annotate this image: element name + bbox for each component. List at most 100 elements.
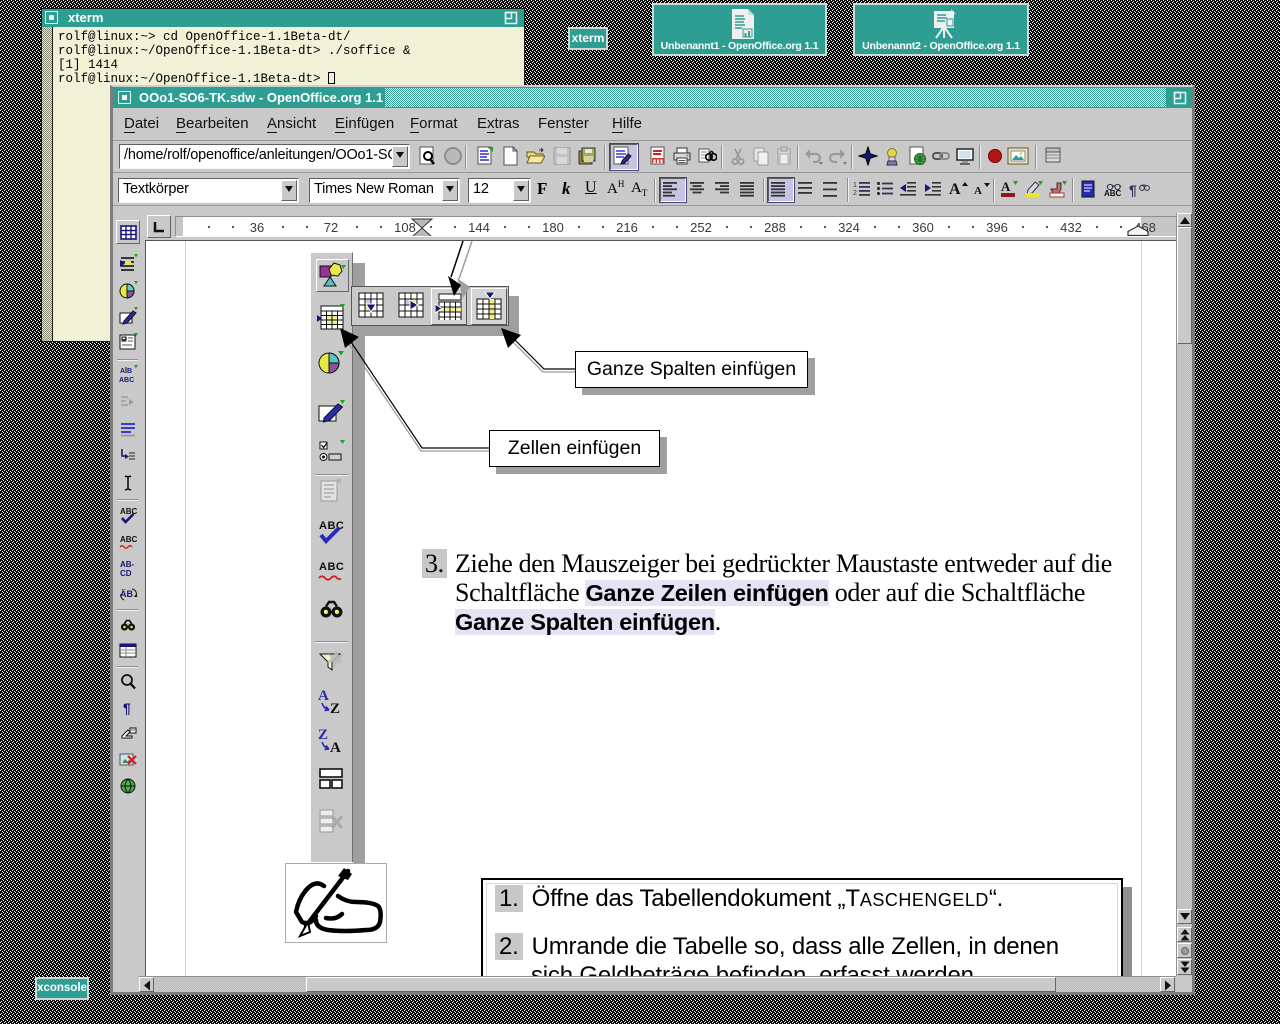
undo-button[interactable] <box>802 146 824 168</box>
font-dropdown-button[interactable] <box>442 180 458 201</box>
vertical-scrollbar-thumb[interactable] <box>1177 227 1192 344</box>
cut-button[interactable] <box>728 146 750 168</box>
xconsole-minimized-icon[interactable]: xconsole <box>35 977 89 1000</box>
print-button[interactable] <box>672 146 694 168</box>
menu-extras[interactable]: Extras <box>477 115 520 132</box>
menu-format[interactable]: Format <box>410 115 458 132</box>
draw-functions-button[interactable] <box>116 305 140 329</box>
text-cursor-button[interactable] <box>116 471 140 495</box>
save-button[interactable] <box>552 146 574 168</box>
paragraph-bg-button[interactable] <box>1048 179 1070 201</box>
window-menu-button[interactable] <box>45 11 58 24</box>
font-size-combobox[interactable]: 12 <box>468 178 531 203</box>
thesaurus-button[interactable]: ÄB <box>116 582 140 606</box>
zoom-button[interactable] <box>116 670 140 694</box>
auto-spellcheck-button[interactable]: ABC <box>116 529 140 553</box>
menu-hilfe[interactable]: Hilfe <box>612 115 642 132</box>
find-onoff-button[interactable] <box>116 613 140 637</box>
font-down-button[interactable]: A <box>971 179 993 201</box>
insert-object-button[interactable] <box>116 279 140 303</box>
horizontal-scrollbar[interactable] <box>139 976 1176 992</box>
character-dialog-button[interactable] <box>1078 179 1100 201</box>
open-button[interactable] <box>525 146 547 168</box>
font-name-combobox[interactable]: Times New Roman <box>309 178 460 203</box>
bullet-list-button[interactable] <box>875 179 897 201</box>
vertical-scrollbar[interactable] <box>1176 213 1192 976</box>
horizontal-scrollbar-thumb[interactable] <box>306 977 1056 992</box>
autotext-edit-button[interactable]: ABABC <box>116 363 140 387</box>
url-combobox[interactable]: /home/rolf/openoffice/anleitungen/OOo1-S… <box>119 144 410 169</box>
menu-fenster[interactable]: Fenster <box>538 115 589 132</box>
document-canvas[interactable]: ABCABCAZZA Ganze <box>145 240 1176 976</box>
find-replace-button[interactable] <box>697 146 719 168</box>
italic-button[interactable]: k <box>562 179 584 201</box>
load-url-button[interactable] <box>417 146 439 168</box>
online-layout-button[interactable] <box>955 146 977 168</box>
window-menu-button[interactable] <box>118 91 131 104</box>
direct-cursor-button[interactable] <box>116 390 140 414</box>
scroll-up-button[interactable] <box>1177 213 1192 227</box>
autotext-button[interactable]: ABC <box>1103 179 1125 201</box>
align-right-button[interactable] <box>713 179 735 201</box>
redo-button[interactable] <box>826 146 848 168</box>
underline-button[interactable]: U <box>585 179 607 201</box>
hand-cursor-button[interactable] <box>116 722 140 746</box>
line-spacing-1-button[interactable] <box>768 178 794 202</box>
maximize-icon[interactable] <box>1173 91 1187 105</box>
navigation-button[interactable] <box>1177 943 1192 958</box>
align-left-button[interactable] <box>660 178 686 202</box>
paste-button[interactable] <box>774 146 796 168</box>
datasource-button[interactable] <box>116 639 140 663</box>
highlight-button[interactable] <box>1024 179 1046 201</box>
bold-button[interactable]: F <box>537 179 559 201</box>
nonprinting-button[interactable]: ¶ <box>1128 179 1150 201</box>
indent-marker[interactable] <box>410 218 434 237</box>
next-page-button[interactable] <box>1177 959 1192 975</box>
minimized-window-unbenannt2[interactable]: Unbenannt2 - OpenOffice.org 1.1 <box>853 3 1029 56</box>
stylist-button[interactable] <box>882 146 904 168</box>
new-from-template-button[interactable] <box>475 146 497 168</box>
graphics-onoff-button[interactable] <box>116 417 140 441</box>
style-dropdown-button[interactable] <box>281 180 297 201</box>
gallery-button[interactable] <box>1007 146 1029 168</box>
menu-einfügen[interactable]: Einfügen <box>335 115 394 132</box>
justify-button[interactable] <box>738 179 760 201</box>
font-up-button[interactable]: A <box>948 179 970 201</box>
titlebar[interactable]: OOo1-SO6-TK.sdw - OpenOffice.org 1.1 <box>113 87 1192 108</box>
horizontal-ruler[interactable]: 3672108144180216252288324360396432468 <box>175 216 1176 237</box>
menu-ansicht[interactable]: Ansicht <box>267 115 316 132</box>
font-color-button[interactable]: A <box>999 179 1021 201</box>
chain-button[interactable] <box>931 146 953 168</box>
save-all-button[interactable] <box>577 146 599 168</box>
datasource-button[interactable] <box>1043 146 1065 168</box>
scroll-left-button[interactable] <box>139 977 154 992</box>
line-spacing-2-button[interactable] <box>821 179 843 201</box>
insert-table-button[interactable] <box>116 220 140 244</box>
hyperlink-button[interactable] <box>907 146 929 168</box>
nonprinting-chars-button[interactable]: ¶ <box>116 696 140 720</box>
menu-bearbeiten[interactable]: Bearbeiten <box>176 115 249 132</box>
export-pdf-button[interactable] <box>648 146 670 168</box>
spellcheck-button[interactable]: ABC <box>116 503 140 527</box>
superscript-button[interactable]: AH <box>607 179 629 201</box>
xterm-titlebar[interactable]: xterm <box>42 9 524 27</box>
increase-indent-button[interactable] <box>923 179 945 201</box>
scroll-right-button[interactable] <box>1160 977 1175 992</box>
online-layout-button[interactable] <box>116 774 140 798</box>
minimized-window-unbenannt1[interactable]: Unbenannt1 - OpenOffice.org 1.1 <box>652 3 827 56</box>
form-functions-button[interactable] <box>116 331 140 355</box>
frame-onoff-button[interactable] <box>116 444 140 468</box>
scroll-down-button[interactable] <box>1177 909 1192 924</box>
record-button[interactable] <box>985 146 1007 168</box>
menu-datei[interactable]: Datei <box>124 115 159 132</box>
new-document-button[interactable] <box>500 146 522 168</box>
subscript-button[interactable]: AT <box>631 179 653 201</box>
numbered-list-button[interactable]: 12 <box>852 179 874 201</box>
images-off-button[interactable] <box>116 748 140 772</box>
insert-field-button[interactable] <box>116 252 140 276</box>
previous-page-button[interactable] <box>1177 927 1192 942</box>
xterm-minimized-icon[interactable]: xterm <box>568 27 608 50</box>
url-dropdown-button[interactable] <box>392 146 408 167</box>
paragraph-style-combobox[interactable]: Textkörper <box>118 178 299 203</box>
maximize-icon[interactable] <box>504 11 518 25</box>
